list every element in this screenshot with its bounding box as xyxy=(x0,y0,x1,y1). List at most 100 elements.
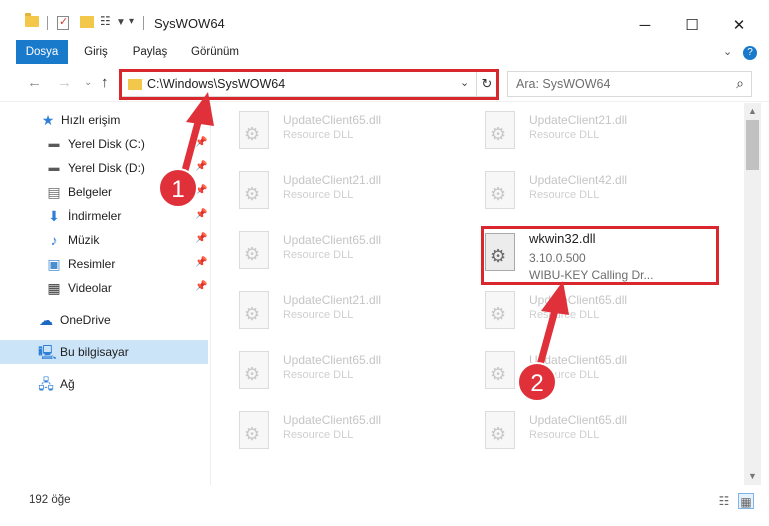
file-name: UpdateClient65.dll xyxy=(283,113,382,127)
cloud-icon: ☁ xyxy=(39,312,53,328)
address-highlight-box xyxy=(119,69,499,100)
file-description: Resource DLL xyxy=(529,129,600,141)
file-description: Resource DLL xyxy=(283,369,354,381)
computer-icon: 🖳 xyxy=(38,344,57,360)
item-count: 192 öğe xyxy=(29,494,71,506)
dll-file-icon xyxy=(239,231,269,269)
sidebar-item-downloads[interactable]: ⬇ İndirmeler 📌 xyxy=(0,204,208,228)
sidebar-item-this-pc[interactable]: 🖳 Bu bilgisayar xyxy=(0,340,208,364)
pin-icon[interactable]: 📌 xyxy=(195,185,207,196)
file-item[interactable]: UpdateClient42.dll Resource DLL xyxy=(457,167,677,219)
sidebar-item-label: Resimler xyxy=(68,257,116,271)
sidebar-item-network[interactable]: 🖧 Ağ xyxy=(0,372,208,396)
help-icon[interactable]: ? xyxy=(743,46,757,60)
sidebar-item-label: Ağ xyxy=(60,377,75,391)
minimize-button[interactable]: ─ xyxy=(622,10,668,40)
file-description: Resource DLL xyxy=(529,189,600,201)
dll-file-icon xyxy=(485,171,515,209)
file-item[interactable]: UpdateClient65.dll Resource DLL xyxy=(211,227,431,279)
window-title: SysWOW64 xyxy=(154,16,225,31)
pin-icon[interactable]: 📌 xyxy=(195,209,207,220)
dll-file-icon xyxy=(239,171,269,209)
file-item[interactable]: UpdateClient65.dll Resource DLL xyxy=(457,347,677,399)
tab-view[interactable]: Görünüm xyxy=(182,40,248,64)
sidebar-item-quick-access[interactable]: ★ Hızlı erişim xyxy=(0,108,208,132)
videos-icon: ▦ xyxy=(47,280,61,296)
file-list: UpdateClient65.dll Resource DLL UpdateCl… xyxy=(211,103,744,485)
dll-file-icon xyxy=(485,111,515,149)
sidebar-item-label: Belgeler xyxy=(68,185,113,199)
sidebar-item-local-disk-d[interactable]: ▬ Yerel Disk (D:) 📌 xyxy=(0,156,208,180)
download-icon: ⬇ xyxy=(48,208,60,224)
dll-file-icon xyxy=(239,351,269,389)
recent-locations-icon[interactable]: ⌄ xyxy=(84,77,92,88)
customize-quick-access-icon[interactable]: ▾ xyxy=(129,16,134,27)
sidebar-item-music[interactable]: ♪ Müzik 📌 xyxy=(0,228,208,252)
title-bar: ☷ ▼ ▾ SysWOW64 ─ ☐ ✕ xyxy=(0,0,769,40)
file-item[interactable]: UpdateClient65.dll Resource DLL xyxy=(211,407,431,459)
file-name: UpdateClient65.dll xyxy=(283,353,382,367)
file-name: UpdateClient42.dll xyxy=(529,173,628,187)
chevron-down-icon[interactable]: ⌄ xyxy=(723,45,732,58)
scroll-up-icon[interactable]: ▲ xyxy=(744,103,761,120)
up-arrow-icon[interactable]: ↑ xyxy=(101,74,109,91)
file-item[interactable]: UpdateClient21.dll Resource DLL xyxy=(211,167,431,219)
sidebar-item-label: Videolar xyxy=(68,281,112,295)
maximize-button[interactable]: ☐ xyxy=(669,10,715,40)
file-description: Resource DLL xyxy=(283,129,354,141)
file-item[interactable]: UpdateClient21.dll Resource DLL xyxy=(457,107,677,159)
forward-arrow-icon[interactable]: → xyxy=(57,74,72,91)
sidebar-item-documents[interactable]: ▤ Belgeler 📌 xyxy=(0,180,208,204)
pictures-icon: ▣ xyxy=(47,256,61,272)
dll-file-icon xyxy=(239,411,269,449)
tab-home[interactable]: Giriş xyxy=(74,40,118,64)
sidebar-item-pictures[interactable]: ▣ Resimler 📌 xyxy=(0,252,208,276)
file-item[interactable]: UpdateClient21.dll Resource DLL xyxy=(211,287,431,339)
file-description: Resource DLL xyxy=(529,369,600,381)
drive-icon: ▬ xyxy=(48,138,60,150)
file-item[interactable]: UpdateClient65.dll Resource DLL xyxy=(211,347,431,399)
music-icon: ♪ xyxy=(50,232,58,248)
pin-icon[interactable]: 📌 xyxy=(195,281,207,292)
view-icon[interactable]: ☷ xyxy=(100,14,111,28)
file-description: Resource DLL xyxy=(283,309,354,321)
tiles-view-icon[interactable]: ▦ xyxy=(738,493,754,509)
dll-file-icon xyxy=(239,111,269,149)
close-button[interactable]: ✕ xyxy=(716,10,762,40)
file-name: UpdateClient65.dll xyxy=(529,293,628,307)
pin-icon[interactable]: 📌 xyxy=(195,233,207,244)
status-bar: 192 öğe ☷ ▦ xyxy=(0,488,769,514)
pin-icon[interactable]: 📌 xyxy=(195,257,207,268)
scroll-thumb[interactable] xyxy=(746,120,759,170)
sidebar-item-local-disk-c[interactable]: ▬ Yerel Disk (C:) 📌 xyxy=(0,132,208,156)
file-name: UpdateClient21.dll xyxy=(283,173,382,187)
sidebar-item-label: İndirmeler xyxy=(68,209,122,223)
back-arrow-icon[interactable]: ← xyxy=(27,74,42,91)
sidebar-item-videos[interactable]: ▦ Videolar 📌 xyxy=(0,276,208,300)
scroll-down-icon[interactable]: ▼ xyxy=(744,468,761,485)
new-folder-icon[interactable] xyxy=(80,16,94,28)
folder-icon xyxy=(25,13,39,27)
pin-icon[interactable]: 📌 xyxy=(195,161,207,172)
sidebar-item-onedrive[interactable]: ☁ OneDrive xyxy=(0,308,208,332)
separator xyxy=(143,16,144,30)
sidebar-item-label: OneDrive xyxy=(60,313,111,327)
file-name: UpdateClient65.dll xyxy=(529,413,628,427)
search-input[interactable]: Ara: SysWOW64 ⌕ xyxy=(507,71,752,97)
file-description: Resource DLL xyxy=(283,249,354,261)
ribbon: Dosya Giriş Paylaş Görünüm ⌄ ? xyxy=(0,40,769,64)
file-name: UpdateClient65.dll xyxy=(283,233,382,247)
pin-icon[interactable]: 📌 xyxy=(195,137,207,148)
file-item[interactable]: UpdateClient65.dll Resource DLL xyxy=(211,107,431,159)
vertical-scrollbar[interactable]: ▲ ▼ xyxy=(744,103,761,485)
details-view-icon[interactable]: ☷ xyxy=(716,493,732,509)
chevron-down-icon[interactable]: ▼ xyxy=(116,17,126,28)
search-icon[interactable]: ⌕ xyxy=(736,75,744,92)
file-item[interactable]: UpdateClient65.dll Resource DLL xyxy=(457,407,677,459)
tab-file[interactable]: Dosya xyxy=(16,40,68,64)
properties-icon[interactable] xyxy=(57,15,69,30)
file-item[interactable]: UpdateClient65.dll Resource DLL xyxy=(457,287,677,339)
network-icon: 🖧 xyxy=(38,376,54,392)
tab-share[interactable]: Paylaş xyxy=(124,40,176,64)
dll-file-icon xyxy=(485,351,515,389)
